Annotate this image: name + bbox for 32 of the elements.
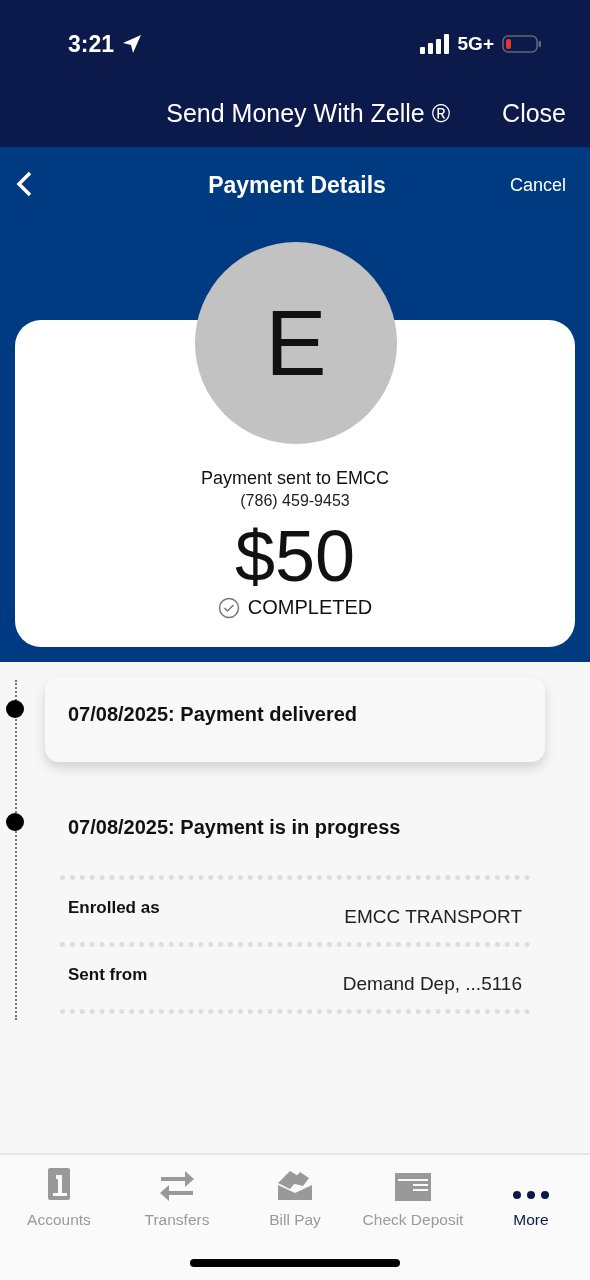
check-icon [395,1173,431,1201]
tab-bar-item[interactable]: Accounts [0,1165,118,1229]
signal-icon [419,34,450,54]
battery-icon [502,34,542,54]
detail-label: Sent from [68,965,148,986]
tab-bar-item[interactable]: More [472,1165,590,1229]
tab-bar-item[interactable]: Transfers [118,1165,236,1229]
timeline-event: 07/08/2025: Payment is in progress [45,790,545,875]
network-label: 5G+ [457,33,494,55]
account-card-icon [47,1167,71,1201]
tab-bar-item[interactable]: Check Deposit [354,1165,472,1229]
avatar: E [195,242,397,444]
recipient-text: Payment sent to EMCC [200,468,390,489]
timeline-dot [6,700,24,718]
cancel-button[interactable]: Cancel [509,174,566,196]
payment-status: COMPLETED [247,596,373,619]
more-icon [513,1189,549,1201]
detail-value: Demand Dep, ...5116 [342,973,522,995]
tab-bar-item[interactable]: Bill Pay [236,1165,354,1229]
payment-amount: $50 [234,516,356,596]
screen-title: Send Money With Zelle ® [166,99,451,128]
envelope-icon [277,1169,313,1201]
transfer-arrows-icon [159,1169,195,1201]
timeline-dot [6,813,24,831]
status-time: 3:21 [68,30,115,58]
detail-label: Enrolled as [68,898,160,919]
check-circle-icon [217,596,240,619]
page-title: Payment Details [208,171,386,199]
location-arrow-icon [122,34,143,54]
close-button[interactable]: Close [502,99,566,128]
phone-number: (786) 459-9453 [240,492,350,510]
detail-value: EMCC TRANSPORT [344,906,522,928]
